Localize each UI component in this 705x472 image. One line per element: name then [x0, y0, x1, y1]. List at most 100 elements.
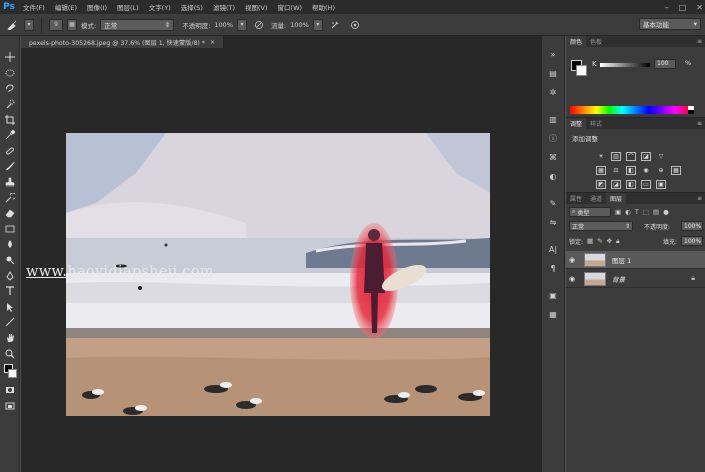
line-tool-icon[interactable] [2, 315, 18, 330]
collapse-dock-icon[interactable]: » [545, 46, 561, 62]
menu-type[interactable]: 文字(Y) [144, 2, 176, 12]
eyedropper-tool-icon[interactable] [2, 128, 18, 143]
exposure-icon[interactable]: ◪ [641, 152, 651, 161]
document-tab[interactable]: pexels-photo-305268.jpeg @ 37.6% (图层 1, … [21, 36, 225, 48]
layer-comps-icon[interactable]: ▣ [545, 287, 561, 303]
tab-adjustments[interactable]: 调整 [566, 118, 587, 129]
background-color[interactable] [7, 368, 17, 378]
foreground-background-swatch[interactable] [2, 362, 18, 382]
airbrush-icon[interactable] [327, 17, 343, 32]
fill-input[interactable]: 100% [681, 236, 703, 246]
lock-pixels-icon[interactable]: ✎ [597, 237, 602, 245]
brightness-contrast-icon[interactable]: ☀ [596, 152, 606, 161]
navigator-panel-icon[interactable]: ⌘ [545, 149, 561, 165]
close-tab-icon[interactable]: × [210, 39, 215, 46]
opacity-value[interactable]: 100% [214, 21, 233, 29]
lock-transparent-icon[interactable]: ▦ [587, 237, 593, 245]
menu-edit[interactable]: 编辑(E) [50, 2, 82, 12]
close-button[interactable]: ✕ [696, 3, 703, 12]
minimize-button[interactable]: – [665, 3, 669, 12]
eraser-tool-icon[interactable] [2, 206, 18, 221]
adjustments-panel-icon[interactable]: ◐ [545, 168, 561, 184]
type-tool-icon[interactable] [2, 284, 18, 299]
color-balance-icon[interactable]: ⚖ [611, 166, 621, 175]
filter-toggle-icon[interactable]: ● [663, 208, 669, 216]
menu-view[interactable]: 视图(V) [240, 2, 273, 12]
tab-channels[interactable]: 通道 [586, 193, 606, 204]
vibrance-icon[interactable]: ▽ [656, 152, 666, 161]
panel-menu-icon[interactable]: ≡ [697, 38, 705, 45]
layer-name[interactable]: 背景 [612, 274, 625, 284]
filter-pixel-icon[interactable]: ▣ [615, 208, 621, 216]
visibility-eye-icon[interactable]: ◉ [566, 275, 578, 283]
histogram-panel-icon[interactable]: ▥ [545, 111, 561, 127]
brush-size-picker[interactable]: 9 [49, 18, 63, 31]
dodge-tool-icon[interactable] [2, 253, 18, 268]
flow-value[interactable]: 100% [290, 21, 309, 29]
filter-adjustment-icon[interactable]: ◐ [625, 208, 631, 216]
maximize-button[interactable]: □ [679, 3, 687, 12]
menu-filter[interactable]: 滤镜(T) [208, 2, 240, 12]
tab-layers[interactable]: 图层 [606, 193, 627, 204]
tab-swatches[interactable]: 色板 [586, 36, 606, 47]
visibility-eye-icon[interactable]: ◉ [566, 256, 578, 264]
workspace-select[interactable]: 基本功能 ▾ [639, 18, 701, 30]
brush-tool-icon[interactable] [2, 159, 18, 174]
panel-menu-icon[interactable]: ≡ [697, 120, 705, 127]
photo-filter-icon[interactable]: ◉ [641, 166, 651, 175]
layer-filter-select[interactable]: ⌕ 类型 [569, 207, 611, 217]
flow-dropdown[interactable]: ▾ [312, 18, 323, 31]
info-panel-icon[interactable]: ⓘ [545, 130, 561, 146]
quick-mask-icon[interactable] [2, 383, 18, 398]
blend-mode-select[interactable]: 正常 ⇕ [569, 221, 633, 231]
pen-tool-icon[interactable] [2, 268, 18, 283]
tool-presets-icon[interactable]: ⇋ [545, 214, 561, 230]
notes-panel-icon[interactable]: ▦ [545, 306, 561, 322]
color-background-swatch[interactable] [576, 65, 587, 76]
tab-color[interactable]: 颜色 [566, 36, 587, 47]
color-lookup-icon[interactable]: ▦ [671, 166, 681, 175]
posterize-icon[interactable]: ◪ [611, 180, 621, 189]
menu-file[interactable]: 文件(F) [18, 2, 50, 12]
character-panel-icon[interactable]: A| [545, 241, 561, 257]
filter-type-icon[interactable]: T [635, 208, 639, 216]
levels-icon[interactable]: ▥ [611, 152, 621, 161]
paragraph-panel-icon[interactable]: ¶ [545, 260, 561, 276]
clone-stamp-tool-icon[interactable] [2, 175, 18, 190]
brush-panel-toggle-icon[interactable]: ▦ [67, 18, 77, 31]
hue-saturation-icon[interactable]: ▦ [596, 166, 606, 175]
pressure-size-icon[interactable] [347, 17, 363, 32]
path-select-tool-icon[interactable] [2, 300, 18, 315]
crop-tool-icon[interactable] [2, 112, 18, 127]
layer-row[interactable]: ◉ 图层 1 [566, 251, 705, 269]
lock-all-icon[interactable]: 🔒︎ [616, 237, 619, 246]
marquee-tool-icon[interactable] [2, 66, 18, 81]
history-brush-tool-icon[interactable] [2, 190, 18, 205]
menu-layer[interactable]: 图层(L) [112, 2, 144, 12]
black-white-swatch[interactable] [688, 106, 694, 114]
curves-icon[interactable]: ⌒ [626, 152, 636, 161]
menu-window[interactable]: 窗口(W) [273, 2, 308, 12]
hand-tool-icon[interactable] [2, 331, 18, 346]
screen-mode-icon[interactable] [2, 398, 18, 413]
panel-menu-icon[interactable]: ≡ [697, 195, 705, 202]
move-tool-icon[interactable] [2, 50, 18, 65]
black-white-icon[interactable]: ◧ [626, 166, 636, 175]
zoom-tool-icon[interactable] [2, 346, 18, 361]
history-panel-icon[interactable]: ▤ [545, 65, 561, 81]
blur-tool-icon[interactable] [2, 237, 18, 252]
invert-icon[interactable]: ◩ [596, 180, 606, 189]
gradient-map-icon[interactable]: ▭ [641, 180, 651, 189]
k-channel-value[interactable]: 100 [654, 59, 676, 69]
k-channel-slider[interactable] [600, 63, 650, 67]
tab-properties[interactable]: 属性 [566, 193, 586, 204]
healing-brush-tool-icon[interactable] [2, 144, 18, 159]
menu-select[interactable]: 选择(S) [176, 2, 208, 12]
layer-name[interactable]: 图层 1 [612, 255, 631, 265]
lock-position-icon[interactable]: ✥ [607, 237, 612, 245]
tool-preset-dropdown[interactable]: ▾ [24, 18, 34, 31]
quick-select-tool-icon[interactable] [2, 97, 18, 112]
mode-select[interactable]: 正常 ⇕ [100, 18, 175, 31]
actions-panel-icon[interactable]: ✲ [545, 84, 561, 100]
gradient-tool-icon[interactable] [2, 222, 18, 237]
